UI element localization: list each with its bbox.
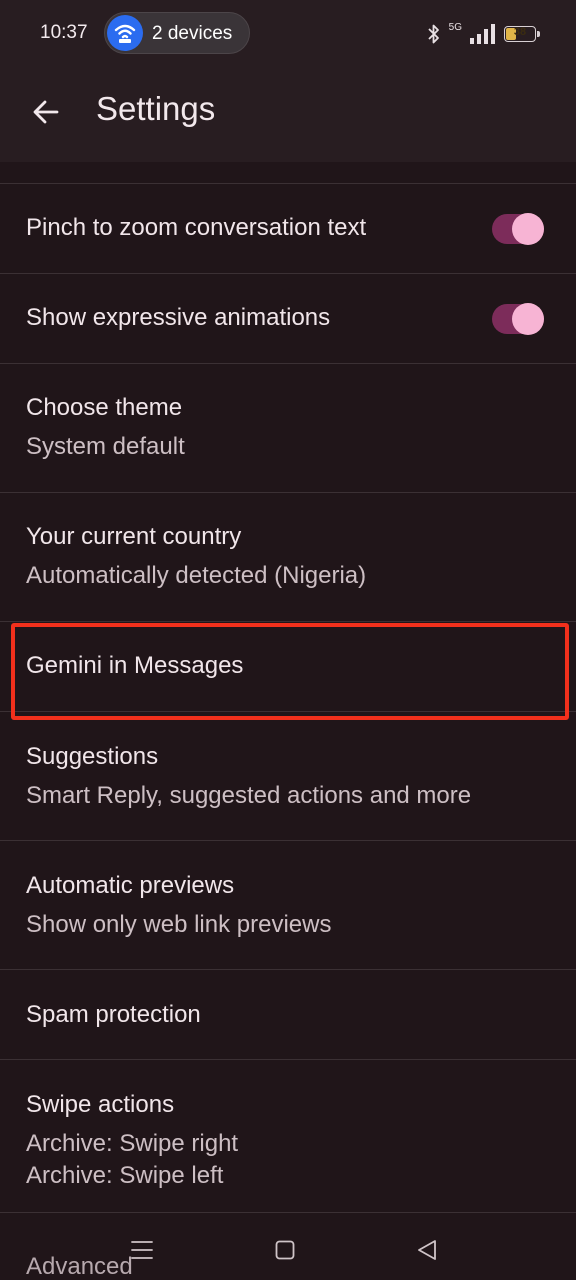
setting-value: Show only web link previews xyxy=(26,911,332,938)
triangle-back-icon xyxy=(418,1240,436,1260)
page-title: Settings xyxy=(96,90,216,127)
status-icons: 5G 38 xyxy=(427,22,540,46)
hotspot-icon xyxy=(107,15,143,51)
setting-title: Swipe actions xyxy=(26,1091,175,1118)
setting-title: Choose theme xyxy=(26,394,183,421)
recents-button[interactable] xyxy=(122,1230,162,1270)
setting-title: Gemini in Messages xyxy=(26,652,244,679)
setting-value-left: Archive: Swipe left xyxy=(26,1162,224,1189)
setting-value: System default xyxy=(26,433,185,460)
setting-suggestions[interactable]: Suggestions Smart Reply, suggested actio… xyxy=(0,712,576,840)
setting-swipe-actions[interactable]: Swipe actions Archive: Swipe right Archi… xyxy=(0,1060,576,1210)
square-home-icon xyxy=(275,1240,295,1260)
setting-title: Spam protection xyxy=(26,1001,201,1028)
pinch-zoom-toggle[interactable] xyxy=(492,213,544,245)
setting-title: Automatic previews xyxy=(26,872,235,899)
nav-back-button[interactable] xyxy=(407,1230,447,1270)
screen: 10:37 2 devices 5G 38 Settings Pinch to … xyxy=(0,0,576,1280)
setting-title: Show expressive animations xyxy=(26,304,331,331)
signal-bars-icon xyxy=(470,24,495,44)
setting-title: Pinch to zoom conversation text xyxy=(26,214,367,241)
toggle-knob xyxy=(512,213,544,245)
app-bar: Settings xyxy=(0,66,576,162)
menu-lines-icon xyxy=(131,1241,153,1259)
setting-title: Suggestions xyxy=(26,743,159,770)
setting-value: Smart Reply, suggested actions and more xyxy=(26,782,472,809)
setting-pinch-zoom[interactable]: Pinch to zoom conversation text xyxy=(0,184,576,273)
status-bar: 10:37 2 devices 5G 38 xyxy=(0,0,576,66)
system-nav-bar xyxy=(0,1220,576,1280)
battery-icon: 38 xyxy=(504,26,540,42)
arrow-left-icon xyxy=(33,100,59,124)
setting-value: Automatically detected (Nigeria) xyxy=(26,562,367,589)
home-button[interactable] xyxy=(265,1230,305,1270)
expressive-animations-toggle[interactable] xyxy=(492,303,544,335)
battery-tip xyxy=(537,31,540,37)
toggle-knob xyxy=(512,303,544,335)
setting-expressive-animations[interactable]: Show expressive animations xyxy=(0,274,576,363)
hotspot-chip[interactable]: 2 devices xyxy=(104,12,250,54)
back-button[interactable] xyxy=(22,88,70,136)
setting-gemini-in-messages[interactable]: Gemini in Messages xyxy=(0,622,576,711)
setting-spam-protection[interactable]: Spam protection xyxy=(0,970,576,1059)
bluetooth-icon xyxy=(428,24,439,44)
setting-current-country[interactable]: Your current country Automatically detec… xyxy=(0,493,576,621)
setting-title: Your current country xyxy=(26,523,242,550)
setting-choose-theme[interactable]: Choose theme System default xyxy=(0,364,576,492)
hotspot-label: 2 devices xyxy=(152,23,233,44)
network-type-label: 5G xyxy=(448,22,462,33)
battery-level: 38 xyxy=(513,26,527,38)
setting-automatic-previews[interactable]: Automatic previews Show only web link pr… xyxy=(0,841,576,969)
setting-value-right: Archive: Swipe right xyxy=(26,1130,239,1157)
status-time: 10:37 xyxy=(40,22,88,43)
